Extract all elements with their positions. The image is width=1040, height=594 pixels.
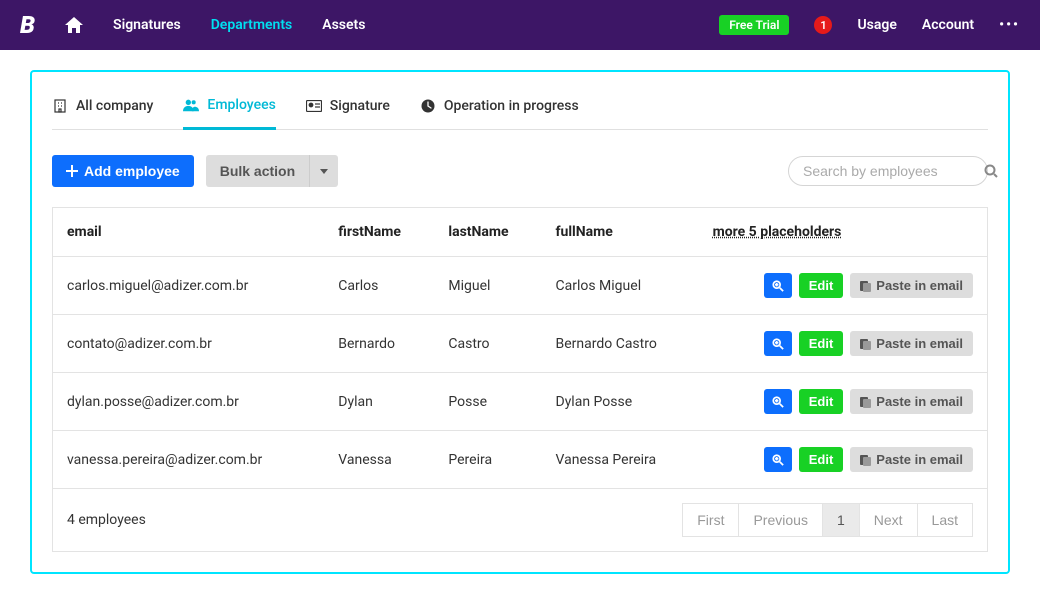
id-card-icon: [306, 98, 322, 114]
content-card: All company Employees Signature Operatio…: [30, 70, 1010, 574]
clock-icon: [420, 98, 436, 114]
cell-lastname: Miguel: [434, 257, 541, 315]
cell-firstname: Carlos: [324, 257, 434, 315]
page-last[interactable]: Last: [917, 503, 973, 537]
tab-label: All company: [76, 98, 153, 114]
employees-table: email firstName lastName fullName more 5…: [52, 207, 988, 489]
nav-account[interactable]: Account: [922, 17, 974, 33]
nav-usage[interactable]: Usage: [857, 17, 896, 33]
zoom-icon: [772, 396, 784, 408]
more-menu-icon[interactable]: •••: [999, 17, 1020, 33]
col-more-placeholders[interactable]: more 5 placeholders: [699, 208, 988, 257]
tab-operation[interactable]: Operation in progress: [420, 87, 579, 129]
table-row: dylan.posse@adizer.com.br Dylan Posse Dy…: [53, 373, 988, 431]
edit-button[interactable]: Edit: [799, 331, 844, 356]
search-icon: [984, 164, 998, 178]
caret-down-icon: [320, 169, 328, 174]
paste-label: Paste in email: [876, 336, 963, 351]
users-icon: [183, 97, 199, 113]
col-firstname[interactable]: firstName: [324, 208, 434, 257]
tab-signature[interactable]: Signature: [306, 87, 390, 129]
tab-label: Signature: [330, 98, 390, 114]
edit-button[interactable]: Edit: [799, 447, 844, 472]
page-next[interactable]: Next: [859, 503, 918, 537]
zoom-button[interactable]: [764, 447, 792, 472]
search-box[interactable]: [788, 156, 988, 186]
cell-lastname: Pereira: [434, 431, 541, 489]
toolbar: Add employee Bulk action: [52, 155, 988, 187]
page-first[interactable]: First: [682, 503, 739, 537]
zoom-icon: [772, 280, 784, 292]
zoom-button[interactable]: [764, 331, 792, 356]
table-row: carlos.miguel@adizer.com.br Carlos Migue…: [53, 257, 988, 315]
brand-logo[interactable]: B: [20, 11, 35, 39]
edit-button[interactable]: Edit: [799, 273, 844, 298]
paste-icon: [860, 280, 871, 292]
nav-signatures[interactable]: Signatures: [113, 17, 181, 33]
nav-assets[interactable]: Assets: [322, 17, 365, 33]
paste-icon: [860, 454, 871, 466]
table-footer: 4 employees First Previous 1 Next Last: [52, 489, 988, 552]
bulk-action-dropdown[interactable]: [309, 155, 338, 187]
cell-fullname: Bernardo Castro: [542, 315, 699, 373]
cell-email: dylan.posse@adizer.com.br: [53, 373, 325, 431]
zoom-icon: [772, 338, 784, 350]
page-previous[interactable]: Previous: [738, 503, 822, 537]
cell-firstname: Dylan: [324, 373, 434, 431]
cell-firstname: Bernardo: [324, 315, 434, 373]
paste-icon: [860, 396, 871, 408]
col-fullname[interactable]: fullName: [542, 208, 699, 257]
employee-count: 4 employees: [67, 512, 146, 528]
cell-email: carlos.miguel@adizer.com.br: [53, 257, 325, 315]
notification-badge[interactable]: 1: [814, 16, 832, 34]
building-icon: [52, 98, 68, 114]
button-label: Add employee: [84, 163, 180, 179]
paste-label: Paste in email: [876, 452, 963, 467]
tab-employees[interactable]: Employees: [183, 87, 275, 130]
table-row: contato@adizer.com.br Bernardo Castro Be…: [53, 315, 988, 373]
cell-firstname: Vanessa: [324, 431, 434, 489]
paste-label: Paste in email: [876, 394, 963, 409]
zoom-button[interactable]: [764, 389, 792, 414]
tabs-bar: All company Employees Signature Operatio…: [52, 87, 988, 130]
paste-button[interactable]: Paste in email: [850, 273, 973, 298]
zoom-button[interactable]: [764, 273, 792, 298]
paste-icon: [860, 338, 871, 350]
cell-lastname: Posse: [434, 373, 541, 431]
nav-departments[interactable]: Departments: [211, 17, 293, 33]
edit-button[interactable]: Edit: [799, 389, 844, 414]
page-current[interactable]: 1: [822, 503, 860, 537]
cell-fullname: Dylan Posse: [542, 373, 699, 431]
cell-lastname: Castro: [434, 315, 541, 373]
col-email[interactable]: email: [53, 208, 325, 257]
plus-icon: [66, 165, 78, 177]
zoom-icon: [772, 454, 784, 466]
paste-button[interactable]: Paste in email: [850, 447, 973, 472]
search-input[interactable]: [803, 163, 984, 179]
bulk-action-button[interactable]: Bulk action: [206, 155, 309, 187]
cell-email: contato@adizer.com.br: [53, 315, 325, 373]
pagination: First Previous 1 Next Last: [683, 503, 973, 537]
tab-label: Operation in progress: [444, 98, 579, 114]
top-navbar: B Signatures Departments Assets Free Tri…: [0, 0, 1040, 50]
free-trial-badge[interactable]: Free Trial: [719, 15, 789, 35]
paste-label: Paste in email: [876, 278, 963, 293]
table-row: vanessa.pereira@adizer.com.br Vanessa Pe…: [53, 431, 988, 489]
paste-button[interactable]: Paste in email: [850, 331, 973, 356]
tab-label: Employees: [207, 97, 275, 113]
add-employee-button[interactable]: Add employee: [52, 155, 194, 187]
paste-button[interactable]: Paste in email: [850, 389, 973, 414]
cell-fullname: Carlos Miguel: [542, 257, 699, 315]
cell-email: vanessa.pereira@adizer.com.br: [53, 431, 325, 489]
cell-fullname: Vanessa Pereira: [542, 431, 699, 489]
home-icon[interactable]: [65, 17, 83, 33]
tab-all-company[interactable]: All company: [52, 87, 153, 129]
col-lastname[interactable]: lastName: [434, 208, 541, 257]
